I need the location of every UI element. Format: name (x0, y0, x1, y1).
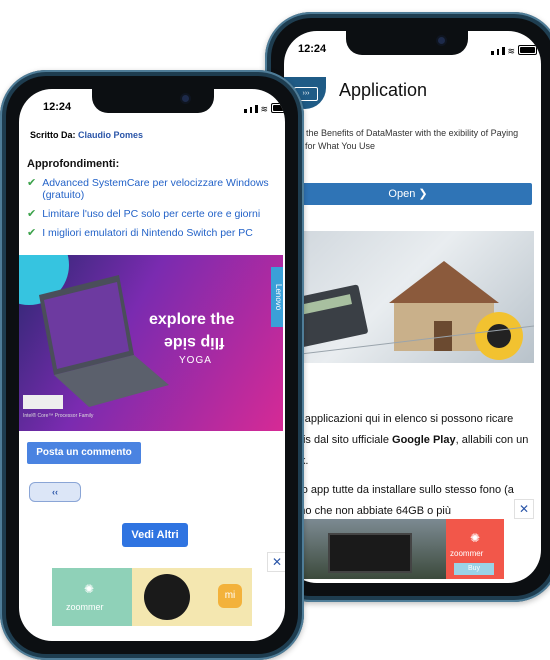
zoommer-logo-icon: ✺ (470, 531, 481, 545)
buy-button[interactable]: Buy (454, 563, 494, 575)
related-heading: Approfondimenti: (27, 158, 120, 170)
signal-icon (491, 51, 494, 55)
lenovo-brand-tag: Lenovo (271, 267, 283, 327)
status-icons: ≋ (244, 103, 285, 114)
battery-icon (518, 45, 538, 55)
related-link-label[interactable]: Advanced SystemCare per velocizzare Wind… (42, 177, 285, 201)
open-button[interactable]: Open ❯ (284, 183, 532, 205)
front-phone: 12:24 ≋ Scritto Da: Claudio Pomes Approf… (0, 70, 304, 660)
close-ad-button[interactable]: ✕ (267, 552, 285, 572)
author-label: Scritto Da: (30, 130, 76, 140)
paragraph-1: e le applicazioni qui in elenco si posso… (284, 409, 534, 472)
back-phone-screen: 12:24 ≋ ››› Application et All the Benef… (284, 31, 541, 583)
zoommer-brand: zoommer (66, 602, 104, 612)
related-links: ✔ Advanced SystemCare per velocizzare Wi… (27, 177, 285, 246)
signal-icon (496, 49, 499, 55)
camera-icon (438, 37, 445, 44)
ad-headline-2: flip side (164, 334, 225, 351)
intel-badges (23, 395, 63, 409)
wifi-icon: ≋ (507, 46, 516, 56)
see-more-button[interactable]: Vedi Altri (122, 523, 188, 547)
ad-headline-1: explore the (149, 311, 235, 328)
zoommer-panel: ✺ zoommer (52, 568, 132, 626)
ad-product: YOGA (179, 355, 212, 366)
robot-vacuum-image (144, 574, 190, 620)
lenovo-ad-banner[interactable]: explore the flip side YOGA Lenovo Intel®… (19, 255, 283, 431)
check-icon: ✔ (27, 208, 37, 220)
check-icon: ✔ (27, 177, 37, 189)
signal-icon (249, 107, 252, 113)
related-link-label[interactable]: Limitare l'uso del PC solo per certe ore… (42, 208, 260, 220)
signal-icon (255, 105, 258, 113)
front-notch (92, 89, 214, 113)
google-play-text: Google Play (392, 434, 456, 446)
zoommer-brand: zoommer (450, 549, 484, 558)
signal-icon (244, 109, 247, 113)
tv-image (328, 533, 412, 573)
front-phone-screen: 12:24 ≋ Scritto Da: Claudio Pomes Approf… (19, 89, 285, 641)
app-title: Application (339, 80, 428, 100)
house-illustration (284, 261, 534, 360)
author-name[interactable]: Claudio Pomes (78, 130, 143, 140)
status-time: 12:24 (298, 43, 327, 55)
close-ad-button[interactable]: ✕ (514, 499, 534, 519)
article-body: e le applicazioni qui in elenco si posso… (284, 409, 534, 522)
bottom-ad[interactable]: ✺ zoommer mi (52, 568, 252, 626)
paragraph-2: sono app tutte da installare sullo stess… (284, 484, 514, 517)
back-phone: 12:24 ≋ ››› Application et All the Benef… (265, 12, 550, 602)
previous-button[interactable]: ‹‹ (29, 482, 81, 502)
zoommer-logo-icon: ✺ (84, 582, 95, 596)
related-link[interactable]: ✔ Limitare l'uso del PC solo per certe o… (27, 208, 285, 220)
post-comment-button[interactable]: Posta un commento (27, 442, 141, 464)
related-link-label[interactable]: I migliori emulatori di Nintendo Switch … (42, 227, 253, 239)
check-icon: ✔ (27, 227, 37, 239)
back-notch (346, 31, 468, 55)
author-line: Scritto Da: Claudio Pomes (30, 130, 143, 140)
mi-logo-icon: mi (218, 584, 242, 608)
front-phone-bezel: 12:24 ≋ Scritto Da: Claudio Pomes Approf… (6, 76, 298, 654)
zoommer-panel: ✺ zoommer Buy (446, 519, 504, 579)
back-phone-bezel: 12:24 ≋ ››› Application et All the Benef… (271, 18, 550, 596)
back-bottom-ad[interactable]: ✺ zoommer Buy (294, 519, 504, 579)
ad-landscape-image (294, 519, 446, 579)
camera-icon (182, 95, 189, 102)
house-photo (284, 231, 534, 363)
status-time: 12:24 (43, 101, 72, 113)
signal-icon (502, 47, 505, 55)
related-link[interactable]: ✔ I migliori emulatori di Nintendo Switc… (27, 227, 285, 239)
related-link[interactable]: ✔ Advanced SystemCare per velocizzare Wi… (27, 177, 285, 201)
battery-icon (271, 103, 285, 113)
status-icons: ≋ (491, 45, 538, 56)
app-description: et All the Benefits of DataMaster with t… (284, 128, 519, 151)
wifi-icon: ≋ (260, 104, 269, 114)
ad-footnote: Intel® Core™ Processor Family (23, 413, 94, 419)
robot-vacuum-panel: mi (132, 568, 252, 626)
